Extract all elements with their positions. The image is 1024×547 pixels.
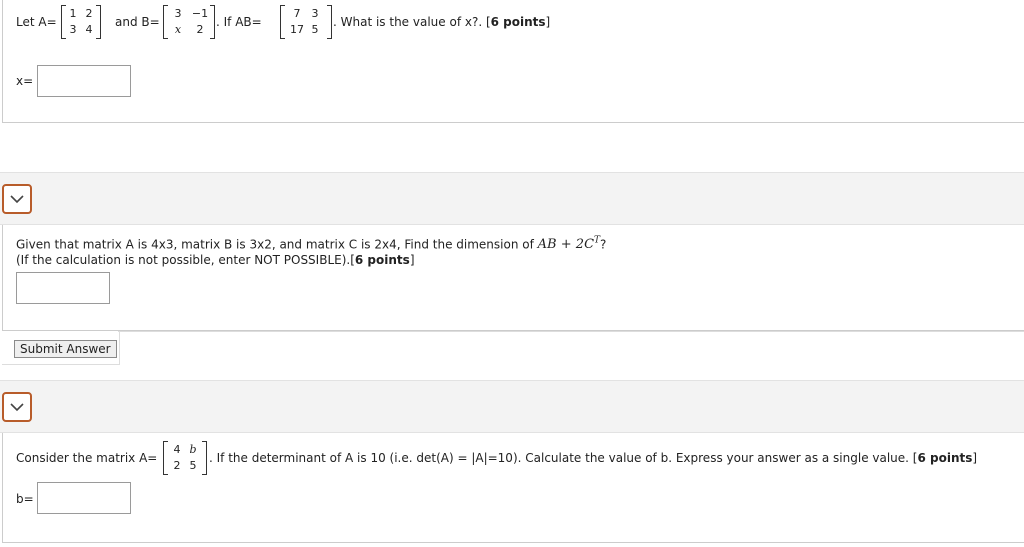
submit-answer-button[interactable]: Submit Answer (14, 340, 117, 358)
matrix-a-cell: 2 (85, 7, 93, 20)
divider (118, 331, 1024, 332)
matrix-b-cell: x (174, 23, 182, 36)
q2-question-text: Given that matrix A is 4x3, matrix B is … (16, 236, 607, 253)
q2-points: 6 points (354, 253, 410, 267)
question-3-header (0, 380, 1024, 433)
q1-answer-input[interactable] (37, 65, 131, 97)
q3-toggle-button[interactable] (2, 392, 32, 422)
matrix-ab-cell: 5 (311, 23, 319, 36)
matrix-b-cell: 3 (174, 7, 182, 20)
chevron-down-icon (10, 195, 24, 204)
question-2-header (0, 172, 1024, 225)
q1-answer-label: x= (16, 74, 34, 88)
q1-points: 6 points (490, 15, 546, 29)
matrix-a-cell: 4 (85, 23, 93, 36)
chevron-down-icon (10, 403, 24, 412)
q1-if-label: . If AB= (216, 15, 262, 29)
matrix-cell: 5 (189, 459, 197, 472)
q1-question-text: . What is the value of x?. [6 points] (333, 15, 551, 29)
q2-answer-input[interactable] (16, 272, 110, 304)
matrix-b-cell: 2 (196, 23, 204, 36)
q1-and-label: and B= (115, 15, 160, 29)
matrix-ab-cell: 7 (293, 7, 301, 20)
q2-math-expression: AB + 2CT (537, 236, 601, 253)
divider (119, 331, 120, 364)
matrix-cell: b (189, 443, 197, 456)
matrix-ab: 7 3 17 5 (280, 5, 332, 39)
matrix-ab-cell: 17 (290, 23, 304, 36)
matrix-a: 1 2 3 4 (61, 5, 101, 39)
q3-consider-label: Consider the matrix A= (16, 451, 158, 465)
q3-points: 6 points (917, 451, 973, 465)
matrix-ab-cell: 3 (311, 7, 319, 20)
q3-question-text: . If the determinant of A is 10 (i.e. de… (209, 451, 978, 465)
q3-answer-input[interactable] (37, 482, 131, 514)
matrix-b-cell: −1 (191, 7, 209, 20)
q3-answer-label: b= (16, 492, 34, 506)
matrix-a-q3: 4 b 2 5 (163, 441, 207, 475)
matrix-b: 3 −1 x 2 (163, 5, 215, 39)
q1-let-label: Let A= (16, 15, 57, 29)
q2-toggle-button[interactable] (2, 184, 32, 214)
divider (2, 364, 120, 365)
q2-instruction-text: (If the calculation is not possible, ent… (16, 253, 415, 267)
